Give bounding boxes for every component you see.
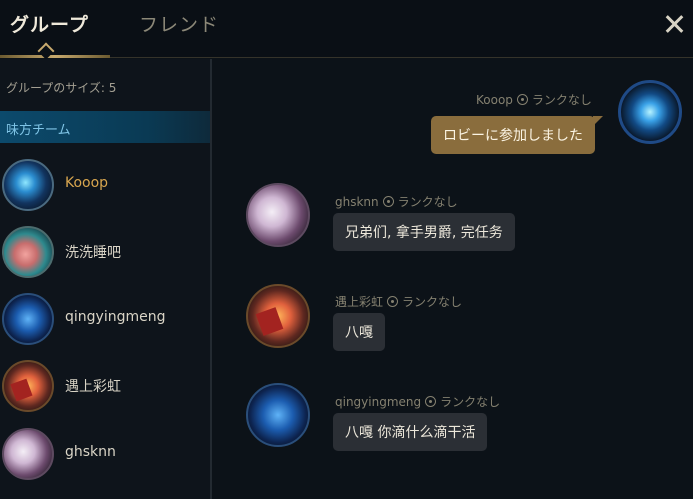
message-bubble: 兄弟们, 拿手男爵, 完任务: [333, 213, 515, 251]
close-icon[interactable]: [661, 11, 687, 37]
tab-friends[interactable]: フレンド: [139, 10, 219, 37]
message-meta: Kooop ランクなし: [476, 91, 592, 108]
active-tab-underline: [0, 55, 110, 58]
rank-icon: [516, 94, 528, 105]
sender-name: Kooop: [476, 93, 513, 107]
party-confetti-avatar: [246, 284, 310, 348]
rank-label: ランクなし: [531, 93, 592, 107]
team-label: 味方チーム: [6, 123, 71, 138]
member-xixishuiba[interactable]: 洗洗睡吧: [0, 222, 210, 282]
member-name: 遇上彩虹: [65, 379, 121, 395]
member-qingyingmeng[interactable]: qingyingmeng: [0, 289, 210, 349]
rank-icon: [425, 396, 437, 407]
message-meta: qingyingmeng ランクなし: [335, 393, 500, 410]
rank-icon: [382, 196, 394, 207]
chat-area: Kooop ランクなし ロビーに参加しました ghsknn ランクなし 兄弟们, 拿…: [214, 59, 693, 499]
pale-cat-avatar: [2, 428, 54, 480]
blue-spiky-avatar: [246, 383, 310, 447]
rank-icon: [387, 296, 399, 307]
member-yushangcaihong[interactable]: 遇上彩虹: [0, 356, 210, 416]
group-sidebar: グループのサイズ: 5 味方チーム Kooop 洗洗睡吧 qingyingmen…: [0, 59, 212, 499]
team-header: 味方チーム: [0, 111, 210, 143]
blue-spiky-avatar: [2, 293, 54, 345]
party-confetti-avatar: [2, 360, 54, 412]
group-size-label: グループのサイズ: 5: [6, 81, 117, 95]
blue-emblem-avatar: [2, 159, 54, 211]
teal-creature-avatar: [2, 226, 54, 278]
member-kooop[interactable]: Kooop: [0, 155, 210, 215]
member-name: Kooop: [65, 175, 109, 191]
top-tab-bar: グループ フレンド: [0, 0, 693, 60]
member-name: ghsknn: [65, 444, 116, 460]
message-bubble: 八嘎 你滴什么滴干活: [333, 413, 488, 451]
member-name: qingyingmeng: [65, 309, 166, 325]
member-ghsknn[interactable]: ghsknn: [0, 424, 210, 484]
pale-cat-avatar: [246, 183, 310, 247]
message-meta: 遇上彩虹 ランクなし: [335, 293, 462, 310]
sender-name: ghsknn: [335, 195, 379, 209]
message-bubble: 八嘎: [333, 313, 385, 351]
sender-name: qingyingmeng: [335, 395, 422, 409]
member-name: 洗洗睡吧: [65, 245, 121, 261]
rank-label: ランクなし: [402, 295, 463, 309]
message-meta: ghsknn ランクなし: [335, 193, 458, 210]
message-bubble: ロビーに参加しました: [431, 116, 603, 154]
tab-group[interactable]: グループ: [10, 10, 89, 37]
sender-name: 遇上彩虹: [335, 295, 384, 309]
rank-label: ランクなし: [440, 395, 501, 409]
blue-emblem-avatar: [618, 80, 682, 144]
rank-label: ランクなし: [397, 195, 458, 209]
